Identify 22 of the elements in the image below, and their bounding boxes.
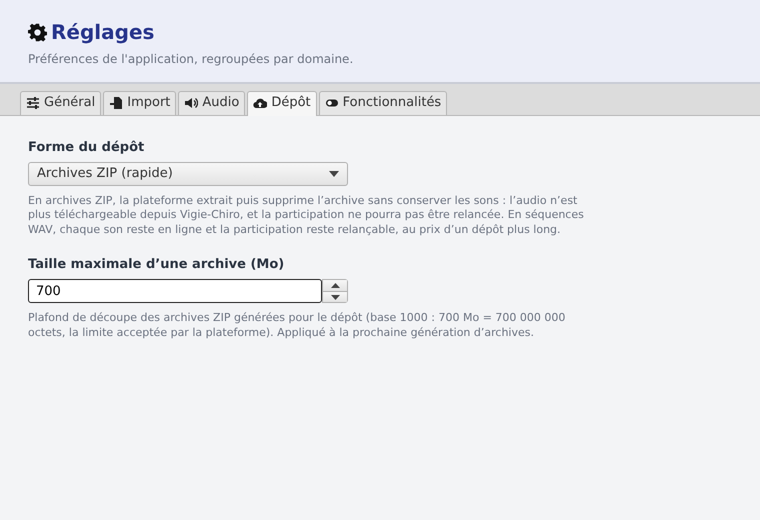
field-label: Forme du dépôt [28, 138, 146, 157]
page-title: Réglages [51, 20, 154, 44]
down-arrow-icon [330, 294, 340, 300]
dropdown[interactable]: Archives ZIP (rapide) [28, 162, 348, 186]
page-subtitle: Préférences de l'application, regroupées par domaine. [28, 51, 354, 68]
field-label: Taille maximale d’une archive (Mo) [28, 256, 286, 274]
decrement-button[interactable] [323, 290, 347, 302]
increment-button[interactable] [323, 280, 347, 291]
tab[interactable]: Général [20, 91, 102, 115]
sliders-icon [26, 96, 40, 110]
import-icon [109, 96, 124, 110]
tab[interactable]: Audio [178, 91, 246, 115]
settings-icon [28, 22, 47, 42]
help-text: En archives ZIP, la plateforme extrait puis supprime l’archive sans conserver les sons : l’audio n’est plus téléchargeable depuis Vigie-Chiro, et la participation ne pourra pas être relancée. En séquences WAV, chaque son reste en ligne et la participation reste relançable, au prix d’un dépôt plus long. [28, 194, 585, 237]
number-field[interactable]: 700 [28, 279, 322, 304]
help-text: Plafond de découpe des archives ZIP générées pour le dépôt (base 1000 : 700 Mo = 700 000 000 octets, la limite acceptée par la plateforme). Appliqué à la prochaine génération d’archives. [28, 311, 566, 340]
tab[interactable]: Import [103, 91, 176, 115]
up-arrow-icon [330, 283, 340, 288]
tab[interactable]: Dépôt [247, 91, 317, 116]
speaker-icon [184, 96, 198, 110]
tab[interactable]: Fonctionnalités [318, 91, 448, 115]
caret-icon [329, 171, 339, 178]
